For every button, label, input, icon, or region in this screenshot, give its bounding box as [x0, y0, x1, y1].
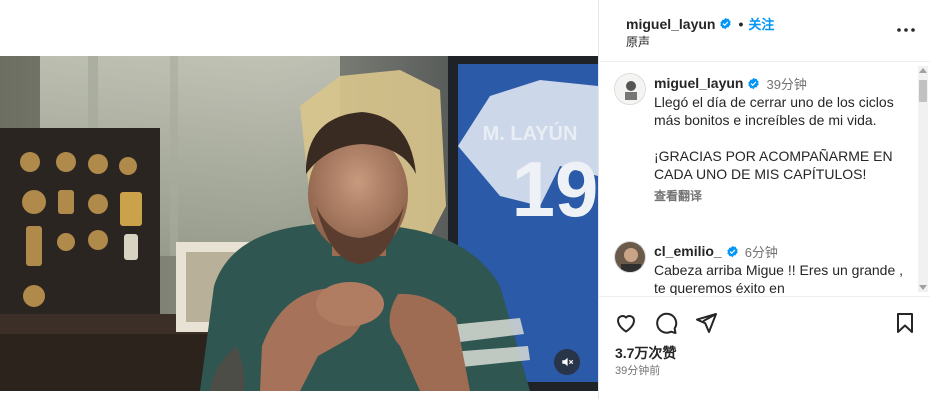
comment-item: cl_emilio_ 6分钟 Cabeza arriba Migue !! Er… [614, 241, 914, 295]
follow-button[interactable]: 关注 [748, 14, 774, 33]
author-avatar-image [615, 74, 645, 104]
more-options-icon [897, 28, 915, 32]
original-audio-link[interactable]: 原声 [626, 33, 650, 50]
bookmark-icon[interactable] [893, 311, 917, 335]
comments-list: miguel_layun 39分钟 Llegó el día de cerrar… [599, 63, 930, 295]
comment-header: cl_emilio_ 6分钟 [654, 241, 916, 261]
caption-header: miguel_layun 39分钟 [654, 73, 916, 93]
comment-text: Cabeza arriba Migue !! Eres un grande , … [654, 262, 907, 295]
verified-badge-icon [727, 245, 738, 257]
media-pane: M. LAYÚN 19 [0, 0, 598, 399]
caption-comment: miguel_layun 39分钟 Llegó el día de cerrar… [614, 73, 914, 223]
video-frame: M. LAYÚN 19 [0, 56, 598, 391]
scroll-down-arrow-icon[interactable] [919, 285, 927, 290]
jersey-name-text: M. LAYÚN [483, 121, 578, 145]
scroll-up-arrow-icon[interactable] [919, 68, 927, 73]
comment-body: cl_emilio_ 6分钟 Cabeza arriba Migue !! Er… [654, 241, 916, 295]
comment-timestamp: 6分钟 [744, 244, 778, 260]
heart-icon[interactable] [614, 311, 638, 335]
comment-username[interactable]: cl_emilio_ [654, 243, 722, 259]
post-timestamp: 39分钟前 [615, 365, 661, 377]
see-translation-link[interactable]: 查看翻译 [654, 187, 916, 204]
verified-badge-icon [720, 17, 732, 30]
more-options-button[interactable] [895, 20, 917, 40]
post-header: miguel_layun • 关注 原声 [599, 0, 930, 62]
share-icon[interactable] [694, 311, 718, 335]
post-actions: 3.7万次赞 39分钟前 [599, 296, 930, 399]
header-user-row: miguel_layun • 关注 [626, 14, 774, 33]
comments-scrollbar[interactable] [918, 66, 928, 292]
verified-badge-icon [748, 77, 760, 89]
instagram-post-viewer: M. LAYÚN 19 miguel_layun • 关注 原声 miguel_… [0, 0, 930, 399]
comment-icon[interactable] [654, 311, 678, 335]
commenter-avatar[interactable] [614, 241, 646, 273]
scrollbar-thumb[interactable] [919, 80, 927, 102]
mute-toggle-button[interactable] [554, 349, 580, 375]
commenter-avatar-image [615, 242, 645, 272]
muted-speaker-icon [562, 357, 574, 367]
likes-count[interactable]: 3.7万次赞 [615, 343, 676, 363]
jersey-number-text: 19 [512, 145, 598, 233]
comment-timestamp: 39分钟 [766, 76, 807, 92]
author-avatar[interactable] [614, 73, 646, 105]
post-details-panel: miguel_layun • 关注 原声 miguel_layun 39分钟 L… [598, 0, 930, 399]
comment-username[interactable]: miguel_layun [654, 75, 743, 91]
caption-body: miguel_layun 39分钟 Llegó el día de cerrar… [654, 73, 916, 204]
author-username[interactable]: miguel_layun [626, 16, 715, 32]
caption-text: Llegó el día de cerrar uno de los ciclos… [654, 94, 894, 182]
post-video[interactable]: M. LAYÚN 19 [0, 56, 598, 391]
header-dot-separator: • [738, 15, 744, 32]
